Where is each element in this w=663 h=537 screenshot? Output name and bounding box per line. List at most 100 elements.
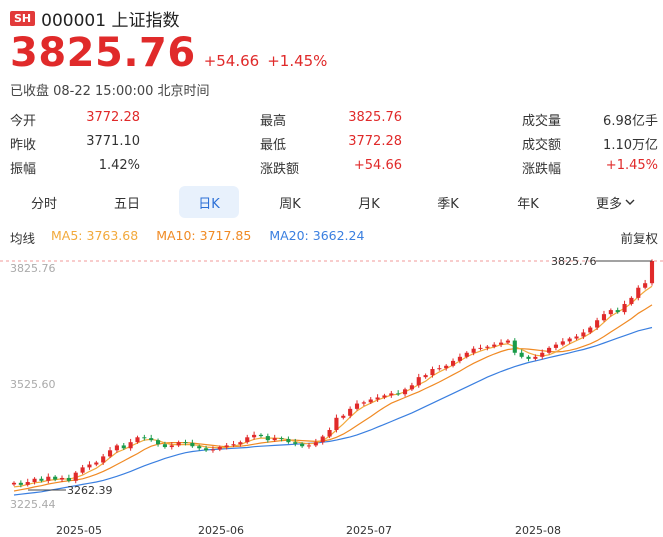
stat-change-pct: 涨跌幅 +1.45% (522, 158, 658, 177)
candle-body (533, 356, 538, 359)
candle-body (279, 438, 284, 440)
candle-body (499, 342, 504, 345)
candle-body (114, 445, 119, 451)
stats-row: 振幅 1.42% 涨跌额 +54.66 涨跌幅 +1.45% (10, 155, 658, 179)
candle-body (94, 462, 99, 465)
candle-body (505, 340, 510, 343)
candle-body (382, 395, 387, 398)
candle-body (217, 447, 222, 450)
kline-chart[interactable]: 3825.76 3525.60 3225.44 3825.76 3262.39 … (0, 250, 663, 537)
candle-body (444, 365, 449, 369)
stat-high: 最高 3825.76 (260, 110, 402, 129)
candle-body (293, 442, 298, 444)
candle-body (560, 341, 565, 345)
candle-body (135, 437, 140, 443)
stat-value: 3771.10 (86, 133, 140, 149)
tab-daily-k[interactable]: 日K (179, 186, 239, 218)
candle-body (320, 436, 325, 443)
candle-body (169, 445, 174, 448)
stats-row: 昨收 3771.10 最低 3772.28 成交额 1.10万亿 (10, 131, 658, 155)
candle-body (80, 467, 85, 473)
candle-body (73, 472, 78, 481)
candle-body (197, 446, 202, 449)
stat-change-amount: 涨跌额 +54.66 (260, 158, 402, 177)
stat-value: 1.42% (98, 157, 140, 173)
stat-value: 3772.28 (348, 133, 402, 149)
stat-label: 今开 (10, 113, 37, 129)
candle-body (471, 348, 476, 353)
stats-grid: 今开 3772.28 最高 3825.76 成交量 6.98亿手 昨收 3771.10 … (10, 107, 658, 179)
candle-body (553, 344, 559, 348)
candle-body (629, 297, 634, 304)
candle-body (547, 347, 552, 353)
stat-label: 涨跌幅 (522, 161, 562, 177)
candle-body (649, 261, 655, 284)
y-label-mid: 3525.60 (10, 378, 56, 391)
stat-value: 1.10万亿 (603, 137, 658, 153)
candle-body (595, 320, 600, 328)
candle-body (18, 482, 23, 485)
candle-body (375, 397, 380, 400)
max-marker-label: 3825.76 (551, 255, 597, 268)
stat-value: 6.98亿手 (603, 113, 658, 129)
candle-body (341, 415, 346, 418)
stat-value: +1.45% (605, 157, 658, 173)
candle-body (423, 375, 428, 378)
tab-weekly-k[interactable]: 周K (260, 186, 320, 218)
ma20-line (13, 326, 653, 496)
candle-body (361, 402, 366, 404)
candle-body (183, 442, 188, 444)
ma-legend: 均线 MA5: 3763.68 MA10: 3717.85 MA20: 3662… (10, 228, 658, 247)
candle-body (204, 448, 209, 451)
candle-body (107, 450, 113, 457)
stat-value: 3772.28 (86, 109, 140, 125)
candle-body (327, 429, 332, 437)
candle-body (224, 445, 229, 448)
x-label: 2025-06 (198, 524, 244, 537)
candle-body (265, 436, 270, 441)
candle-body (25, 482, 30, 485)
x-label: 2025-05 (56, 524, 102, 537)
candles (11, 259, 655, 488)
candle-body (389, 393, 394, 396)
ma-lines (13, 285, 653, 496)
candle-body (190, 442, 195, 447)
candle-body (567, 338, 572, 342)
stat-value: 3825.76 (348, 109, 402, 125)
candle-body (101, 456, 106, 463)
stat-label: 最低 (260, 137, 287, 153)
candle-body (485, 346, 490, 348)
stat-label: 最高 (260, 113, 287, 129)
candle-body (149, 438, 154, 441)
ma10-value: MA10: 3717.85 (156, 228, 252, 243)
candle-body (39, 478, 44, 481)
candle-body (478, 347, 483, 349)
max-marker: 3825.76 (551, 255, 652, 268)
candle-body (581, 332, 586, 337)
tab-quarterly-k[interactable]: 季K (418, 186, 478, 218)
price-change: +54.66 (203, 52, 260, 70)
tab-more[interactable]: 更多 (585, 186, 647, 218)
ma-title: 均线 (10, 231, 36, 246)
adjust-mode-button[interactable]: 前复权 (620, 228, 658, 247)
candle-body (526, 356, 531, 359)
candle-body (457, 356, 462, 361)
candle-body (540, 352, 545, 357)
tab-yearly-k[interactable]: 年K (498, 186, 558, 218)
y-label-top: 3825.76 (10, 262, 56, 275)
tab-monthly-k[interactable]: 月K (339, 186, 399, 218)
stat-value: +54.66 (353, 157, 402, 173)
candle-body (313, 442, 318, 446)
candle-body (588, 327, 593, 333)
stat-label: 成交额 (522, 137, 562, 153)
stat-turnover: 成交额 1.10万亿 (522, 134, 658, 153)
candle-body (437, 368, 442, 370)
tab-intraday[interactable]: 分时 (14, 186, 74, 218)
candle-body (238, 442, 243, 445)
stat-low: 最低 3772.28 (260, 134, 402, 153)
tab-five-day[interactable]: 五日 (97, 186, 157, 218)
x-label: 2025-07 (346, 524, 392, 537)
stat-open: 今开 3772.28 (10, 110, 140, 129)
candle-body (354, 403, 360, 409)
stat-label: 成交量 (522, 113, 562, 129)
